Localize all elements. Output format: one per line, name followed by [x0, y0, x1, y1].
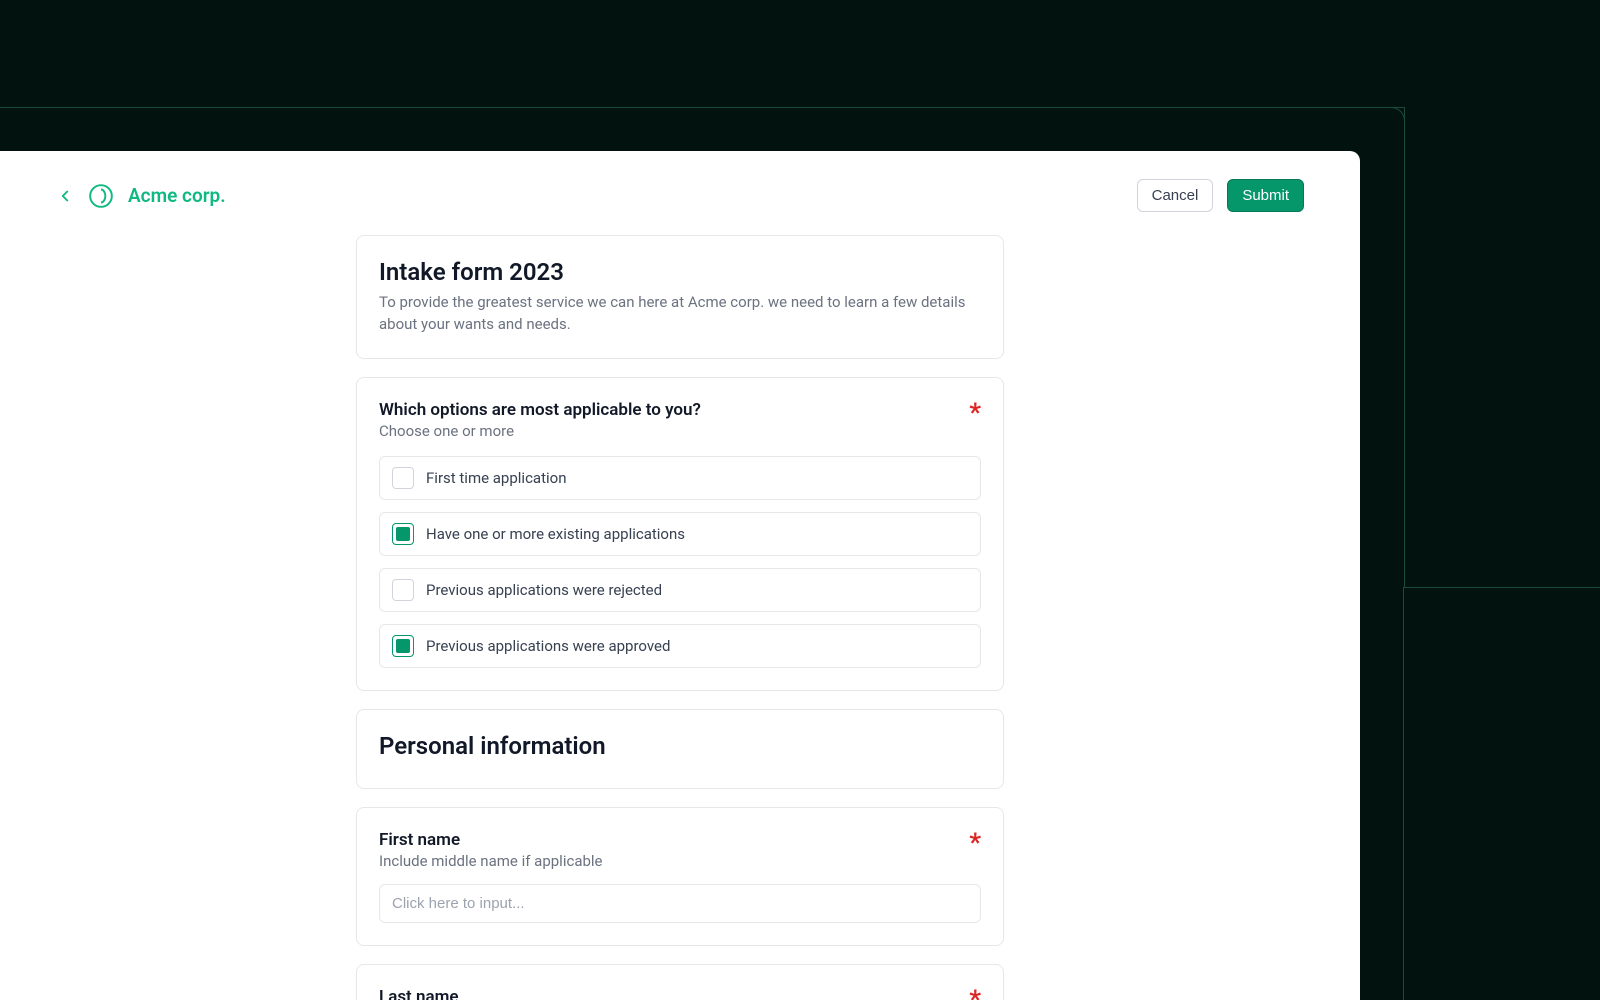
field-subtitle: Include middle name if applicable [379, 852, 603, 870]
company-name: Acme corp. [128, 184, 226, 207]
cancel-button[interactable]: Cancel [1137, 179, 1214, 212]
field-label: First name [379, 830, 603, 850]
form-scroll-area[interactable]: Intake form 2023 To provide the greatest… [0, 235, 1360, 1000]
option-label: Have one or more existing applications [426, 525, 685, 543]
option-label: Previous applications were rejected [426, 581, 662, 599]
checkbox-option[interactable]: First time application [379, 456, 981, 500]
header-actions: Cancel Submit [1137, 179, 1304, 212]
form-subtitle: To provide the greatest service we can h… [379, 292, 981, 336]
last-name-card: Last name * [356, 964, 1004, 1000]
checkbox-icon [392, 467, 414, 489]
company-logo-icon [88, 183, 114, 209]
chevron-left-icon[interactable] [56, 187, 74, 205]
checkbox-option[interactable]: Previous applications were approved [379, 624, 981, 668]
decorative-line [1404, 107, 1405, 587]
app-panel: Acme corp. Cancel Submit Intake form 202… [0, 151, 1360, 1000]
checkbox-option[interactable]: Previous applications were rejected [379, 568, 981, 612]
required-icon: * [969, 987, 981, 1000]
checkbox-checked-icon [392, 635, 414, 657]
decorative-line [0, 107, 1404, 108]
first-name-input[interactable] [379, 884, 981, 923]
option-label: Previous applications were approved [426, 637, 670, 655]
header-left: Acme corp. [56, 183, 226, 209]
form-center: Intake form 2023 To provide the greatest… [356, 235, 1004, 1000]
question-title: Which options are most applicable to you… [379, 400, 701, 420]
section-card: Personal information [356, 709, 1004, 789]
required-icon: * [969, 400, 981, 426]
checkbox-checked-icon [392, 523, 414, 545]
section-title: Personal information [379, 732, 981, 760]
required-icon: * [969, 830, 981, 856]
decorative-line [1404, 587, 1600, 588]
form-title: Intake form 2023 [379, 258, 981, 286]
decorative-line [1403, 587, 1404, 1000]
field-label: Last name [379, 987, 459, 1000]
submit-button[interactable]: Submit [1227, 179, 1304, 212]
app-header: Acme corp. Cancel Submit [0, 151, 1360, 212]
first-name-card: First name Include middle name if applic… [356, 807, 1004, 946]
question-subtitle: Choose one or more [379, 422, 701, 440]
options-card: Which options are most applicable to you… [356, 377, 1004, 691]
checkbox-icon [392, 579, 414, 601]
option-label: First time application [426, 469, 566, 487]
decorative-corner [1391, 107, 1405, 121]
checkbox-option[interactable]: Have one or more existing applications [379, 512, 981, 556]
intro-card: Intake form 2023 To provide the greatest… [356, 235, 1004, 359]
